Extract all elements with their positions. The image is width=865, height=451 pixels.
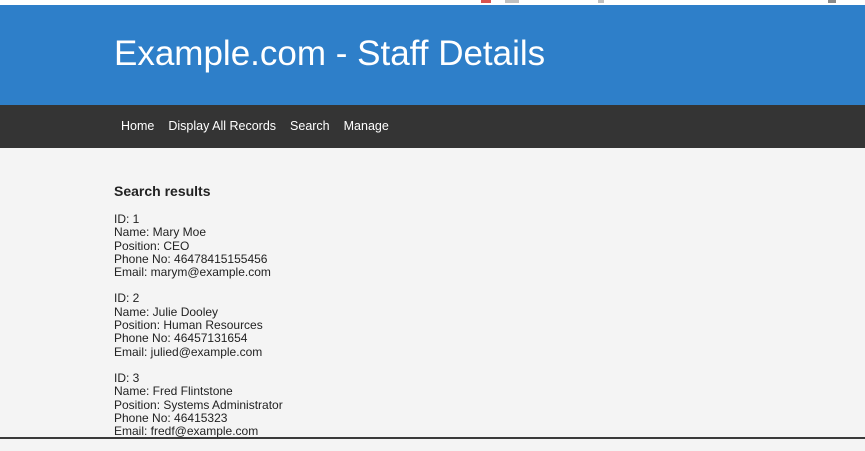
staff-record: ID: 1 Name: Mary Moe Position: CEO Phone… [114, 212, 814, 280]
record-phone: Phone No: 46415323 [114, 410, 228, 425]
staff-record: ID: 3 Name: Fred Flintstone Position: Sy… [114, 370, 814, 438]
record-email: Email: julied@example.com [114, 344, 263, 359]
staff-record: ID: 2 Name: Julie Dooley Position: Human… [114, 291, 814, 359]
record-id: ID: 1 [114, 212, 140, 226]
record-email: Email: marym@example.com [114, 265, 271, 280]
nav-list: Home Display All Records Search Manage [0, 105, 865, 148]
record-name: Name: Julie Dooley [114, 304, 219, 319]
top-strip-mark [505, 0, 519, 3]
nav-item-manage: Manage [337, 105, 396, 148]
site-header: Example.com - Staff Details [0, 5, 865, 105]
nav-link-manage[interactable]: Manage [337, 105, 396, 148]
top-strip-mark [828, 0, 836, 3]
record-name: Name: Mary Moe [114, 225, 207, 240]
nav-item-display-all: Display All Records [161, 105, 283, 148]
record-position: Position: Human Resources [114, 318, 263, 333]
nav-link-display-all-records[interactable]: Display All Records [161, 105, 283, 148]
record-name: Name: Fred Flintstone [114, 384, 233, 399]
nav-link-search[interactable]: Search [283, 105, 337, 148]
top-strip-mark [481, 0, 491, 3]
record-position: Position: CEO [114, 238, 190, 253]
top-strip-mark [598, 0, 604, 3]
nav-link-home[interactable]: Home [114, 105, 161, 148]
site-title: Example.com - Staff Details [114, 34, 546, 73]
record-position: Position: Systems Administrator [114, 397, 283, 412]
nav-item-home: Home [114, 105, 161, 148]
record-phone: Phone No: 46457131654 [114, 331, 248, 346]
record-id: ID: 3 [114, 370, 140, 385]
main-content: Search results ID: 1 Name: Mary Moe Posi… [114, 183, 814, 451]
nav-item-search: Search [283, 105, 337, 148]
main-nav: Home Display All Records Search Manage [0, 105, 865, 148]
record-phone: Phone No: 46478415155456 [114, 251, 268, 266]
search-results-heading: Search results [114, 183, 211, 199]
record-id: ID: 2 [114, 291, 140, 306]
